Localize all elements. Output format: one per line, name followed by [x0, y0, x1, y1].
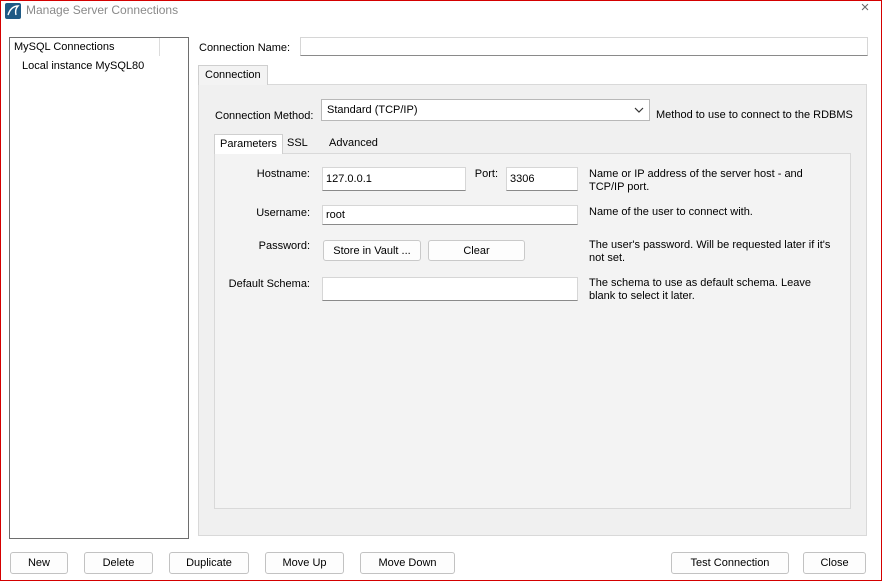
tab-connection[interactable]: Connection	[198, 65, 268, 85]
hostname-description-line1: Name or IP address of the server host - …	[589, 168, 803, 180]
default-schema-input[interactable]	[322, 277, 578, 301]
connection-method-select[interactable]: Standard (TCP/IP)	[321, 99, 650, 121]
window-title: Manage Server Connections	[26, 3, 179, 17]
store-in-vault-button[interactable]: Store in Vault ...	[323, 240, 421, 261]
move-up-button[interactable]: Move Up	[265, 552, 344, 574]
connection-method-label: Connection Method:	[215, 110, 314, 122]
username-input[interactable]: root	[322, 205, 578, 225]
close-window-icon[interactable]: ×	[857, 0, 873, 17]
connection-name-input[interactable]	[300, 37, 868, 56]
connection-item-local-instance[interactable]: Local instance MySQL80	[22, 57, 144, 75]
close-button[interactable]: Close	[803, 552, 866, 574]
default-schema-description-line1: The schema to use as default schema. Lea…	[589, 277, 811, 289]
test-connection-button[interactable]: Test Connection	[671, 552, 789, 574]
chevron-down-icon	[633, 103, 645, 115]
username-label: Username:	[256, 207, 310, 219]
password-label: Password:	[258, 240, 310, 252]
default-schema-description-line2: blank to select it later.	[589, 290, 695, 302]
password-description-line1: The user's password. Will be requested l…	[589, 239, 831, 251]
move-down-button[interactable]: Move Down	[360, 552, 455, 574]
connections-list-header: MySQL Connections	[10, 38, 160, 56]
tab-ssl[interactable]: SSL	[282, 134, 313, 154]
hostname-label: Hostname:	[256, 168, 310, 180]
connections-list[interactable]: MySQL Connections Local instance MySQL80	[9, 37, 189, 539]
default-schema-label: Default Schema:	[228, 278, 310, 290]
duplicate-button[interactable]: Duplicate	[169, 552, 249, 574]
port-input[interactable]: 3306	[506, 167, 578, 191]
port-label: Port:	[474, 168, 498, 180]
connection-name-label: Connection Name:	[199, 42, 291, 54]
username-description: Name of the user to connect with.	[589, 206, 753, 218]
tab-parameters[interactable]: Parameters	[214, 134, 283, 154]
password-description-line2: not set.	[589, 252, 626, 264]
mysql-workbench-icon	[5, 3, 21, 19]
tab-advanced[interactable]: Advanced	[324, 134, 383, 154]
hostname-input[interactable]: 127.0.0.1	[322, 167, 466, 191]
hostname-description-line2: TCP/IP port.	[589, 181, 650, 193]
title-bar: Manage Server Connections ×	[1, 0, 881, 23]
connection-method-value: Standard (TCP/IP)	[327, 104, 418, 116]
delete-button[interactable]: Delete	[84, 552, 153, 574]
connection-method-description: Method to use to connect to the RDBMS	[656, 109, 853, 121]
manage-server-connections-window: Manage Server Connections × MySQL Connec…	[0, 0, 882, 581]
clear-password-button[interactable]: Clear	[428, 240, 525, 261]
new-button[interactable]: New	[10, 552, 68, 574]
